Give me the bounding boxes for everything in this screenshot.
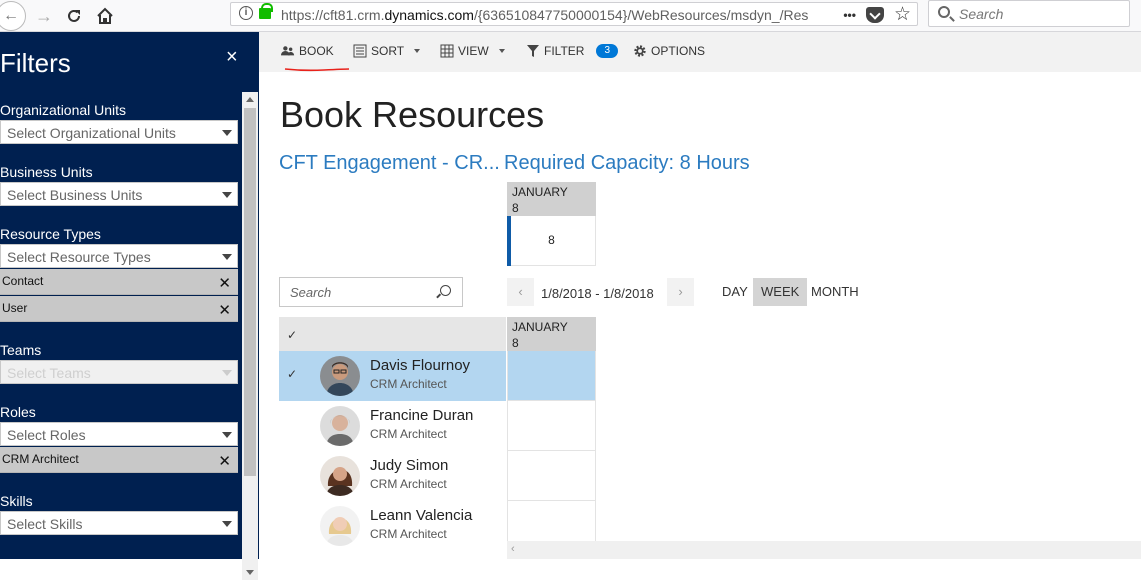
month-view-button[interactable]: MONTH — [803, 278, 867, 306]
requirement-name-link[interactable]: CFT Engagement - CR... — [279, 152, 500, 175]
remove-icon[interactable]: ✕ — [218, 452, 231, 470]
pocket-icon[interactable] — [865, 7, 884, 23]
day-view-button[interactable]: DAY — [714, 278, 756, 306]
browser-toolbar: ← → i https://cft81.crm.dynamics.com/{63… — [0, 0, 1141, 32]
chevron-down-icon — [222, 521, 232, 527]
browser-search-input[interactable]: Search — [928, 0, 1130, 27]
chip-user: User ✕ — [0, 296, 238, 322]
remove-icon[interactable]: ✕ — [218, 274, 231, 292]
schedule-cell[interactable] — [507, 351, 596, 401]
schedule-date-header: JANUARY 8 — [507, 317, 596, 351]
skills-label: Skills — [0, 493, 33, 509]
resource-role: CRM Architect — [370, 427, 447, 441]
date-range: 1/8/2018 - 1/8/2018 — [541, 286, 654, 301]
red-annotation-underline — [284, 68, 350, 72]
next-date-button[interactable]: › — [667, 278, 694, 306]
bookmark-star-icon[interactable]: ☆ — [894, 4, 911, 26]
avatar — [320, 356, 360, 396]
org-units-label: Organizational Units — [0, 102, 127, 118]
resource-row[interactable]: Leann Valencia CRM Architect — [279, 501, 506, 551]
chevron-down-icon — [498, 49, 505, 53]
resource-search-input[interactable]: Search — [279, 277, 463, 307]
week-view-button[interactable]: WEEK — [753, 278, 808, 306]
resource-types-select[interactable]: Select Resource Types — [0, 244, 238, 268]
sort-icon — [353, 44, 367, 58]
home-icon[interactable] — [92, 3, 118, 29]
more-actions-icon[interactable]: ••• — [843, 4, 856, 26]
resource-row[interactable]: ✓ Davis Flournoy CRM Architect — [279, 351, 506, 401]
resource-row[interactable]: Judy Simon CRM Architect — [279, 451, 506, 501]
options-button[interactable]: OPTIONS — [633, 44, 705, 58]
reload-icon[interactable] — [61, 3, 87, 29]
lock-icon — [259, 3, 273, 19]
resource-name: Leann Valencia — [370, 507, 473, 524]
skills-select[interactable]: Select Skills — [0, 511, 238, 535]
search-icon[interactable] — [440, 285, 451, 296]
roles-label: Roles — [0, 404, 36, 420]
page-title: Book Resources — [280, 94, 545, 135]
business-units-select[interactable]: Select Business Units — [0, 182, 238, 206]
resource-name: Davis Flournoy — [370, 357, 471, 374]
people-icon — [281, 46, 295, 56]
select-all-checkbox[interactable]: ✓ — [287, 328, 297, 342]
url-text: https://cft81.crm.dynamics.com/{63651084… — [281, 7, 809, 23]
required-capacity: Required Capacity: 8 Hours — [504, 152, 750, 174]
previous-date-button[interactable]: ‹ — [507, 278, 534, 306]
chip-crm-architect: CRM Architect ✕ — [0, 447, 238, 473]
business-units-label: Business Units — [0, 164, 93, 180]
search-icon — [938, 6, 950, 18]
chevron-down-icon — [222, 192, 232, 198]
scroll-left-icon[interactable]: ‹ — [511, 543, 515, 555]
requirement-date-header: JANUARY 8 — [507, 182, 596, 216]
chevron-down-icon — [222, 370, 232, 376]
chevron-down-icon — [222, 130, 232, 136]
close-icon[interactable]: × — [226, 46, 238, 69]
roles-select[interactable]: Select Roles — [0, 422, 238, 446]
teams-select: Select Teams — [0, 360, 238, 384]
resource-types-label: Resource Types — [0, 226, 101, 242]
filter-icon — [527, 45, 539, 57]
filters-title: Filters — [0, 48, 71, 78]
org-units-select[interactable]: Select Organizational Units — [0, 120, 238, 144]
forward-icon[interactable]: → — [31, 3, 57, 29]
sort-button[interactable]: SORT — [353, 44, 421, 58]
filters-panel: Filters × Organizational Units Select Or… — [0, 32, 259, 580]
filters-scrollbar[interactable] — [242, 92, 258, 580]
avatar — [320, 506, 360, 546]
resource-name: Judy Simon — [370, 457, 449, 474]
row-checkbox[interactable]: ✓ — [287, 367, 297, 381]
schedule-cell[interactable] — [507, 451, 596, 501]
chevron-down-icon — [222, 432, 232, 438]
resource-role: CRM Architect — [370, 527, 447, 541]
chevron-down-icon — [414, 49, 421, 53]
chip-contact: Contact ✕ — [0, 269, 238, 295]
gear-icon — [634, 45, 646, 57]
grid-view-icon — [440, 44, 454, 58]
command-toolbar: BOOK SORT VIEW FILTER 3 OPTIONS — [259, 32, 1141, 72]
teams-label: Teams — [0, 342, 42, 358]
resource-role: CRM Architect — [370, 477, 447, 491]
filter-button[interactable]: FILTER 3 — [526, 44, 619, 58]
view-button[interactable]: VIEW — [440, 44, 505, 58]
avatar — [320, 456, 360, 496]
address-bar[interactable]: i https://cft81.crm.dynamics.com/{636510… — [230, 2, 918, 26]
schedule-cell[interactable] — [507, 401, 596, 451]
requirement-hours-cell: 8 — [507, 216, 596, 266]
resource-list-header: ✓ — [279, 317, 506, 351]
avatar — [320, 406, 360, 446]
scroll-up-icon[interactable] — [246, 97, 254, 102]
book-button[interactable]: BOOK — [281, 44, 334, 58]
scroll-thumb[interactable] — [244, 108, 256, 476]
scroll-down-icon[interactable] — [246, 570, 254, 575]
resource-row[interactable]: Francine Duran CRM Architect — [279, 401, 506, 451]
remove-icon[interactable]: ✕ — [218, 301, 231, 319]
chevron-down-icon — [222, 254, 232, 260]
requirement-bar — [507, 216, 511, 266]
resource-name: Francine Duran — [370, 407, 474, 424]
back-icon[interactable]: ← — [0, 1, 26, 31]
filter-count-badge: 3 — [596, 44, 619, 58]
info-icon[interactable]: i — [239, 6, 253, 20]
resource-role: CRM Architect — [370, 377, 447, 391]
schedule-horizontal-scrollbar[interactable]: ‹ — [507, 541, 1141, 559]
